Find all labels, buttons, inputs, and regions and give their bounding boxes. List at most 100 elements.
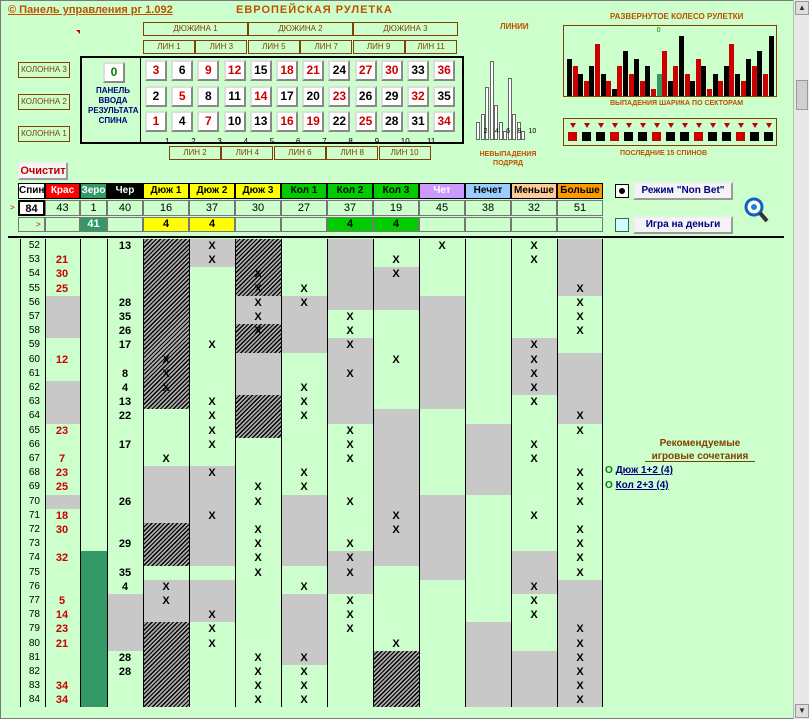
line-button[interactable]: ЛИН 5 [247,40,300,54]
number-button[interactable]: 11 [223,85,246,107]
magnifier-icon[interactable] [742,196,770,224]
number-button[interactable]: 17 [276,85,298,107]
lines-tick: 10 [528,128,537,135]
money-checkbox[interactable] [615,218,629,232]
mode-button[interactable]: Режим "Non Bet" [633,182,733,200]
number-button[interactable]: 31 [407,111,429,132]
number-button[interactable]: 32 [407,85,429,107]
number-button[interactable]: 21 [302,60,325,81]
row-number: 81 [28,651,40,663]
dozen-button[interactable]: ДЮЖИНА 2 [248,22,353,36]
x-mark: X [208,637,216,650]
number-button[interactable]: 15 [249,60,272,81]
column-header[interactable]: Кол 3 [373,183,419,199]
row-value: 32 [55,552,69,565]
line-button[interactable]: ЛИН 4 [221,146,274,160]
number-button[interactable]: 9 [197,60,220,81]
number-button[interactable]: 29 [380,85,403,107]
number-button[interactable]: 19 [302,111,325,132]
number-button[interactable]: 8 [197,85,220,107]
money-button[interactable]: Игра на деньги [633,216,733,234]
number-button[interactable]: 30 [380,60,403,81]
column-header[interactable]: Кол 1 [281,183,327,199]
number-button[interactable]: 28 [380,111,403,132]
number-button[interactable]: 4 [171,111,194,132]
line-button[interactable]: ЛИН 8 [326,146,379,160]
column-header[interactable]: Меньше [511,183,557,199]
x-mark: X [346,538,354,551]
clear-button[interactable]: Очистит [18,162,68,180]
number-button[interactable]: 24 [328,60,351,81]
number-button[interactable]: 1 [145,111,167,132]
number-button[interactable]: 26 [354,85,377,107]
number-button[interactable]: 20 [302,85,325,107]
row-number: 63 [28,396,40,408]
column-button[interactable]: КОЛОННА 3 [18,62,70,78]
x-mark: X [208,424,216,437]
row-value: 34 [55,680,69,693]
recommend-item[interactable]: O Кол 2+3 (4) [605,480,669,491]
number-button[interactable]: 18 [276,60,298,81]
zero-button[interactable]: 0 [103,62,125,83]
bullet-icon: O [605,465,616,476]
line-button[interactable]: ЛИН 7 [300,40,353,54]
column-header[interactable]: Дюж 1 [143,183,189,199]
red-marker-icon [76,30,80,34]
number-button[interactable]: 16 [276,111,298,132]
number-button[interactable]: 27 [354,60,377,81]
number-button[interactable]: 3 [145,60,167,81]
scroll-down-icon[interactable]: ▼ [795,704,809,718]
number-button[interactable]: 6 [171,60,194,81]
recommend-item[interactable]: O Дюж 1+2 (4) [605,465,673,476]
column-button[interactable]: КОЛОННА 2 [18,94,70,110]
hatched-cell [143,622,189,707]
line-button[interactable]: ЛИН 9 [352,40,405,54]
column-header[interactable]: Чер [107,183,143,199]
number-button[interactable]: 5 [171,85,194,107]
scroll-up-icon[interactable]: ▲ [795,1,809,15]
number-button[interactable]: 36 [433,60,456,81]
number-button[interactable]: 33 [407,60,429,81]
line-button[interactable]: ЛИН 11 [405,40,457,54]
line-button[interactable]: ЛИН 6 [273,146,326,160]
line-button[interactable]: ЛИН 10 [378,146,431,160]
number-button[interactable]: 35 [433,85,456,107]
wheel-bar [628,73,634,96]
line-button[interactable]: ЛИН 1 [143,40,195,54]
column-header[interactable]: Дюж 3 [235,183,281,199]
row-value: 26 [118,495,132,508]
app-title[interactable]: © Панель управления рг 1.092 [8,4,173,16]
column-button[interactable]: КОЛОННА 1 [18,126,70,142]
grid-right-border [602,239,603,707]
dozen-button[interactable]: ДЮЖИНА 3 [353,22,458,36]
grid-line [143,239,144,707]
vertical-scrollbar[interactable]: ▲ ▼ [793,0,809,719]
number-button[interactable]: 23 [328,85,351,107]
row-number: 75 [28,566,40,578]
number-button[interactable]: 34 [433,111,456,132]
number-button[interactable]: 22 [328,111,351,132]
line-button[interactable]: ЛИН 3 [195,40,248,54]
number-button[interactable]: 14 [249,85,272,107]
column-header[interactable]: Больше [557,183,603,199]
number-button[interactable]: 2 [145,85,167,107]
line-button[interactable]: ЛИН 2 [169,146,221,160]
column-header[interactable]: Чет [419,183,465,199]
column-header[interactable]: Нечет [465,183,511,199]
number-button[interactable]: 12 [223,60,246,81]
column-header[interactable]: Зеро [80,183,107,199]
column-header[interactable]: Кол 2 [327,183,373,199]
number-button[interactable]: 10 [223,111,246,132]
column-header[interactable]: Крас [45,183,80,199]
column-header[interactable]: Спин [18,183,45,199]
mode-radio[interactable] [615,184,629,198]
x-mark: X [576,311,584,323]
x-mark: X [254,481,262,494]
column-header[interactable]: Дюж 2 [189,183,235,199]
number-button[interactable]: 7 [197,111,220,132]
x-mark: X [162,353,170,366]
number-button[interactable]: 25 [354,111,377,132]
scroll-thumb[interactable] [796,80,808,110]
number-button[interactable]: 13 [249,111,272,132]
dozen-button[interactable]: ДЮЖИНА 1 [143,22,248,36]
